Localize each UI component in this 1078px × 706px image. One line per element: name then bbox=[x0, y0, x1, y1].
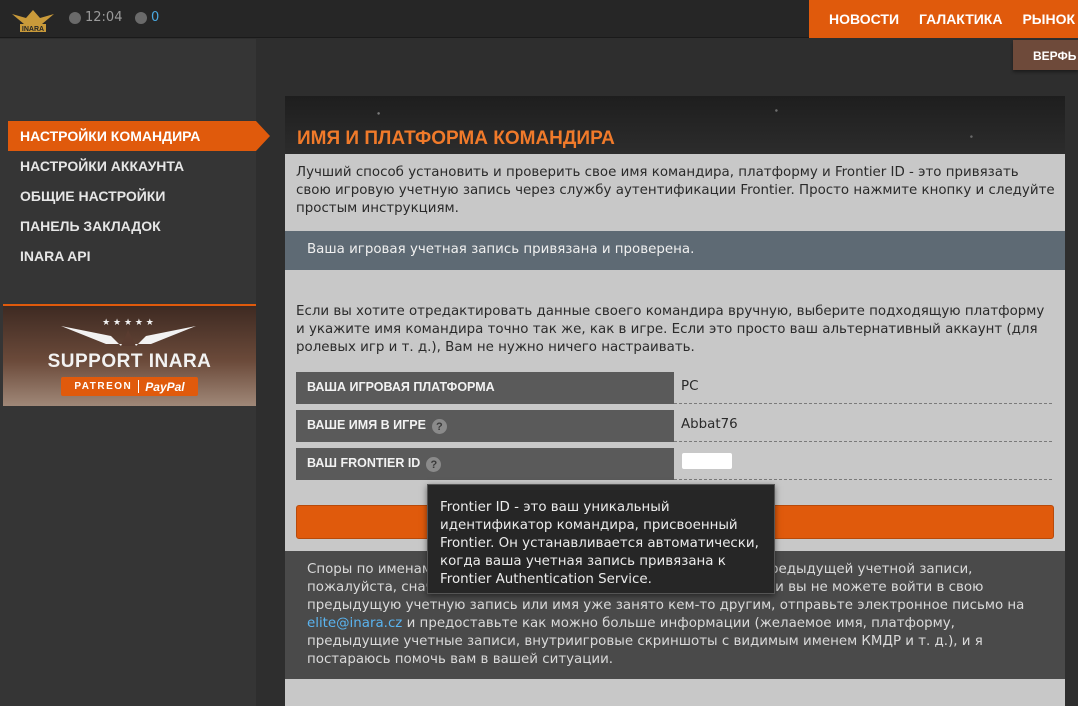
frontier-id-label: ВАШ FRONTIER ID ? bbox=[296, 448, 674, 480]
frontier-id-input[interactable] bbox=[674, 448, 1052, 480]
intro-text: Лучший способ установить и проверить сво… bbox=[296, 165, 1055, 216]
sidebar: НАСТРОЙКИ КОМАНДИРА НАСТРОЙКИ АККАУНТА О… bbox=[0, 39, 270, 706]
help-icon[interactable]: ? bbox=[431, 419, 447, 434]
support-title: SUPPORT INARA bbox=[47, 351, 212, 372]
verified-status: Ваша игровая учетная запись привязана и … bbox=[285, 231, 1065, 270]
nav-market[interactable]: РЫНОК bbox=[1022, 11, 1075, 27]
game-name-label-text: ВАШЕ ИМЯ В ИГРЕ bbox=[307, 418, 426, 432]
settings-menu: НАСТРОЙКИ КОМАНДИРА НАСТРОЙКИ АККАУНТА О… bbox=[8, 121, 270, 271]
nav-news[interactable]: НОВОСТИ bbox=[829, 11, 899, 27]
frontier-id-label-text: ВАШ FRONTIER ID bbox=[307, 456, 421, 470]
frontier-id-tooltip: Frontier ID - это ваш уникальный идентиф… bbox=[427, 484, 775, 594]
user-icon bbox=[135, 11, 147, 24]
support-inara-banner[interactable]: ★ ★ ★ ★ ★ SUPPORT INARA PATREON PayPal bbox=[3, 304, 256, 406]
platform-label-text: ВАША ИГРОВАЯ ПЛАТФОРМА bbox=[307, 380, 495, 394]
game-name-row: ВАШЕ ИМЯ В ИГРЕ ? Abbat76 bbox=[296, 410, 1052, 442]
top-bar: INARA 12:04 0 НОВОСТИ ГАЛАКТИКА РЫНОК bbox=[0, 0, 1078, 38]
wings-emblem-icon: ★ ★ ★ ★ ★ bbox=[61, 318, 196, 346]
sidebar-item-account-settings[interactable]: НАСТРОЙКИ АККАУНТА bbox=[8, 151, 270, 181]
sidebar-item-commander-settings[interactable]: НАСТРОЙКИ КОМАНДИРА bbox=[8, 121, 270, 151]
users-count: 0 bbox=[151, 10, 160, 25]
badge-divider bbox=[138, 380, 140, 393]
panel-header: ИМЯ И ПЛАТФОРМА КОМАНДИРА bbox=[285, 96, 1065, 154]
platform-label: ВАША ИГРОВАЯ ПЛАТФОРМА bbox=[296, 372, 674, 404]
patreon-label: PATREON bbox=[74, 381, 133, 392]
svg-text:★ ★ ★ ★ ★: ★ ★ ★ ★ ★ bbox=[102, 318, 154, 328]
time-text: 12:04 bbox=[85, 10, 123, 25]
panel-bottom bbox=[285, 679, 1065, 706]
game-name-label: ВАШЕ ИМЯ В ИГРЕ ? bbox=[296, 410, 674, 442]
donate-badges: PATREON PayPal bbox=[61, 377, 198, 396]
manual-edit-text: Если вы хотите отредактировать данные св… bbox=[296, 304, 1045, 355]
main-panel: ИМЯ И ПЛАТФОРМА КОМАНДИРА Лучший способ … bbox=[285, 96, 1065, 706]
svg-text:INARA: INARA bbox=[22, 26, 44, 33]
nav-galaxy[interactable]: ГАЛАКТИКА bbox=[919, 11, 1002, 27]
sidebar-item-general-settings[interactable]: ОБЩИЕ НАСТРОЙКИ bbox=[8, 181, 270, 211]
platform-select[interactable]: PC bbox=[674, 372, 1052, 404]
users-online[interactable]: 0 bbox=[135, 10, 159, 25]
frontier-id-row: ВАШ FRONTIER ID ? bbox=[296, 448, 1052, 480]
redacted-value bbox=[682, 453, 732, 469]
game-time: 12:04 bbox=[69, 10, 122, 25]
page-title: ИМЯ И ПЛАТФОРМА КОМАНДИРА bbox=[297, 128, 615, 149]
paypal-label: PayPal bbox=[145, 379, 185, 394]
disputes-text-part2: и предоставьте как можно больше информац… bbox=[307, 616, 983, 667]
sidebar-item-inara-api[interactable]: INARA API bbox=[8, 241, 270, 271]
top-navigation: НОВОСТИ ГАЛАКТИКА РЫНОК bbox=[809, 0, 1078, 38]
inara-logo[interactable]: INARA bbox=[10, 4, 56, 34]
nav-shipyard[interactable]: ВЕРФЬ bbox=[1013, 40, 1078, 70]
help-icon[interactable]: ? bbox=[426, 457, 442, 472]
sidebar-item-bookmarks-panel[interactable]: ПАНЕЛЬ ЗАКЛАДОК bbox=[8, 211, 270, 241]
email-link[interactable]: elite@inara.cz bbox=[307, 616, 402, 631]
game-name-input[interactable]: Abbat76 bbox=[674, 410, 1052, 442]
clock-icon bbox=[69, 11, 81, 24]
platform-row: ВАША ИГРОВАЯ ПЛАТФОРМА PC bbox=[296, 372, 1052, 404]
